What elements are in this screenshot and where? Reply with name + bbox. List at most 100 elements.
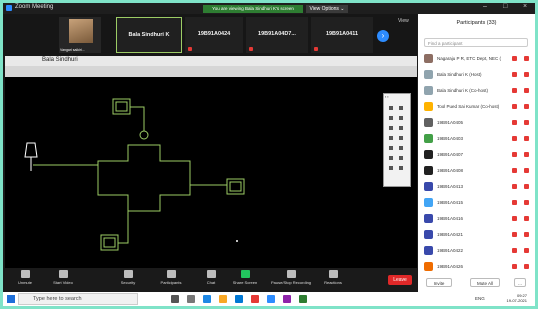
participant-row[interactable]: Tool Pued Sai Kumar (Co-host): [424, 100, 532, 114]
muted-mic-icon[interactable]: [512, 184, 517, 189]
view-button[interactable]: View: [398, 18, 409, 24]
muted-mic-icon[interactable]: [512, 56, 517, 61]
muted-mic-icon[interactable]: [512, 152, 517, 157]
video-off-icon[interactable]: [524, 264, 529, 269]
participant-row[interactable]: Bala Sindhuri K (Host): [424, 68, 532, 82]
task-view-icon[interactable]: [187, 295, 195, 303]
video-off-icon[interactable]: [524, 88, 529, 93]
start-video-button[interactable]: Start Video: [43, 270, 83, 285]
layout-drawing: [33, 98, 245, 251]
title-bar: Zoom Meeting You are viewing Bala Sindhu…: [3, 3, 535, 14]
participant-row[interactable]: 19B91A0416: [424, 212, 532, 226]
system-clock[interactable]: 09:27 19-07-2021: [507, 293, 527, 303]
muted-mic-icon[interactable]: [512, 136, 517, 141]
participant-name: 19B91A0421: [437, 232, 464, 237]
video-tile[interactable]: 19B91A0411: [311, 17, 373, 53]
muted-mic-icon[interactable]: [512, 232, 517, 237]
reactions-button[interactable]: Reactions: [313, 270, 353, 285]
muted-mic-icon[interactable]: [512, 200, 517, 205]
participants-icon: [166, 270, 176, 278]
participant-row[interactable]: 19B91A0426: [424, 260, 532, 274]
participant-search-input[interactable]: Find a participant: [424, 38, 528, 47]
more-button[interactable]: ...: [514, 278, 526, 287]
video-off-icon[interactable]: [524, 168, 529, 173]
cortana-icon[interactable]: [171, 295, 179, 303]
maximize-icon[interactable]: □: [503, 3, 507, 10]
muted-mic-icon[interactable]: [512, 216, 517, 221]
participant-row[interactable]: 19B91A0405: [424, 116, 532, 130]
video-tile[interactable]: Bala Sindhuri K: [116, 17, 182, 53]
participant-row[interactable]: 19B91A0413: [424, 180, 532, 194]
avatar: [424, 102, 433, 111]
video-off-icon[interactable]: [524, 152, 529, 157]
share-screen-icon: [240, 270, 250, 278]
invite-button[interactable]: Invite: [426, 278, 452, 287]
muted-mic-icon[interactable]: [512, 88, 517, 93]
pause-stop-recording-button[interactable]: Pause/Stop Recording: [271, 270, 311, 285]
participant-row[interactable]: 19B91A0415: [424, 196, 532, 210]
security-button[interactable]: Security: [108, 270, 148, 285]
palette-header: ▪ ▪: [385, 95, 389, 99]
tile-name: 19B91A04D7...: [258, 31, 296, 37]
avatar: [424, 54, 433, 63]
participant-row[interactable]: 19B91A0403: [424, 132, 532, 146]
muted-mic-icon[interactable]: [512, 248, 517, 253]
app-icon[interactable]: [299, 295, 307, 303]
participant-row[interactable]: 19B91A0422: [424, 244, 532, 258]
windows-start-icon[interactable]: [7, 295, 15, 303]
taskbar-search-input[interactable]: Type here to search: [18, 293, 138, 305]
avatar: [424, 230, 433, 239]
participant-row[interactable]: 19B91A0421: [424, 228, 532, 242]
avatar: [424, 214, 433, 223]
shared-screen: Bala Sindhuri ▪ ▪: [5, 56, 417, 268]
video-off-icon[interactable]: [524, 216, 529, 221]
chrome-icon[interactable]: [251, 295, 259, 303]
edge-icon[interactable]: [203, 295, 211, 303]
language-indicator[interactable]: ENG: [475, 296, 485, 301]
store-icon[interactable]: [235, 295, 243, 303]
close-icon[interactable]: ×: [523, 3, 527, 10]
mute-all-button[interactable]: Mute All: [470, 278, 500, 287]
video-off-icon[interactable]: [524, 136, 529, 141]
muted-mic-icon[interactable]: [512, 72, 517, 77]
muted-mic-icon[interactable]: [512, 264, 517, 269]
unmute-button[interactable]: Unmute: [5, 270, 45, 285]
video-off-icon[interactable]: [524, 232, 529, 237]
participant-name: Nagaraju P R, ETC Dept, NEC (Co-host): [437, 56, 501, 61]
self-video-tile[interactable]: Vangari saikiri...: [59, 17, 101, 53]
leave-button[interactable]: Leave: [388, 275, 412, 285]
muted-mic-icon[interactable]: [512, 104, 517, 109]
participant-row[interactable]: Bala Sindhuri K (Co-host): [424, 84, 532, 98]
video-tile[interactable]: 19B91A0424: [185, 17, 243, 53]
avatar: [424, 86, 433, 95]
video-off-icon[interactable]: [524, 248, 529, 253]
participant-row[interactable]: 19B91A0407: [424, 148, 532, 162]
video-off-icon[interactable]: [524, 72, 529, 77]
avatar: [424, 134, 433, 143]
video-tile[interactable]: 19B91A04D7...: [246, 17, 308, 53]
video-off-icon[interactable]: [524, 104, 529, 109]
participants-button[interactable]: Participants: [151, 270, 191, 285]
file-explorer-icon[interactable]: [219, 295, 227, 303]
share-screen-button[interactable]: Share Screen: [225, 270, 265, 285]
participant-row[interactable]: Nagaraju P R, ETC Dept, NEC (Co-host): [424, 52, 532, 66]
video-off-icon[interactable]: [524, 56, 529, 61]
video-off-icon[interactable]: [524, 184, 529, 189]
microphone-icon: [20, 270, 30, 278]
app-icon[interactable]: [283, 295, 291, 303]
muted-mic-icon[interactable]: [512, 120, 517, 125]
meeting-controls: Unmute Start Video Security Participants…: [3, 268, 417, 292]
video-off-icon[interactable]: [524, 200, 529, 205]
video-off-icon[interactable]: [524, 120, 529, 125]
participant-photo: [69, 19, 93, 43]
view-options-button[interactable]: View Options ⌄: [306, 5, 348, 13]
participant-row[interactable]: 19B91A0408: [424, 164, 532, 178]
minimize-icon[interactable]: –: [483, 3, 487, 10]
muted-mic-icon[interactable]: [512, 168, 517, 173]
avatar: [424, 70, 433, 79]
participants-panel: Participants (33) Find a participant Nag…: [418, 14, 535, 292]
pad-top-inner: [115, 101, 128, 112]
camera-icon: [58, 270, 68, 278]
next-page-button[interactable]: ›: [377, 30, 389, 42]
zoom-taskbar-icon[interactable]: [267, 295, 275, 303]
